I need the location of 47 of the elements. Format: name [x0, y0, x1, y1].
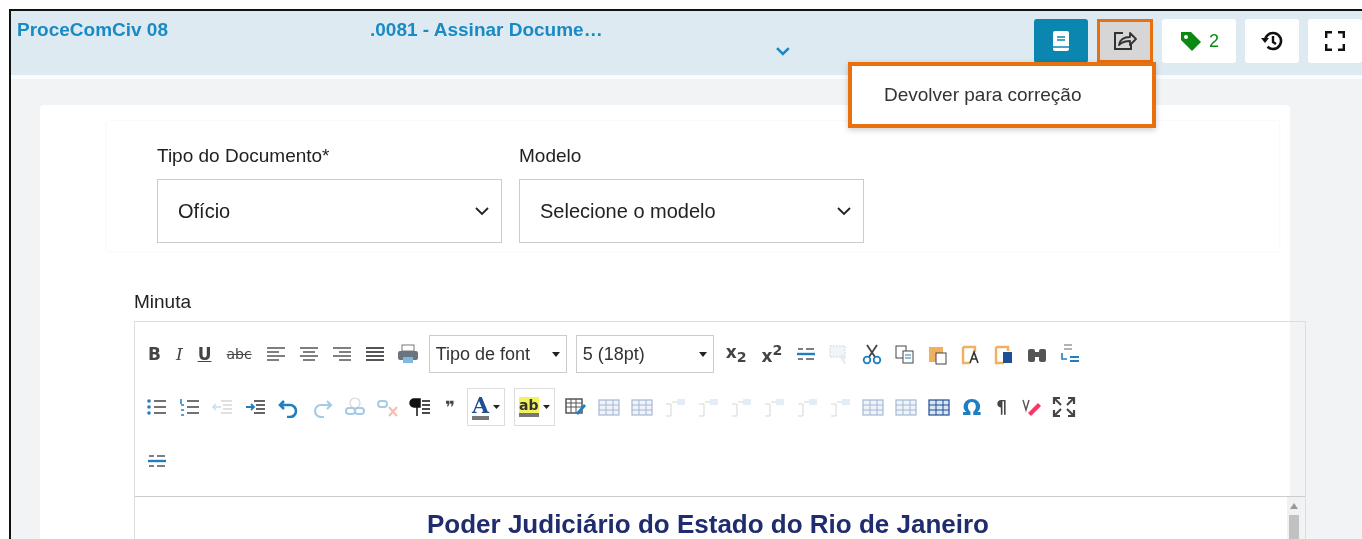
paragraph-lines-icon[interactable]: [409, 396, 433, 418]
field-label: Modelo: [519, 145, 583, 167]
caret-icon: [551, 351, 560, 357]
tags-button[interactable]: 2: [1162, 19, 1236, 63]
format-button[interactable]: ❞: [442, 397, 458, 417]
chevron-down-icon[interactable]: [776, 47, 790, 56]
select-field[interactable]: Ofício: [157, 179, 502, 243]
format-button[interactable]: x$^{2}$: [758, 342, 786, 366]
share-button[interactable]: [1097, 19, 1153, 63]
select-field[interactable]: Selecione o modelo: [519, 179, 864, 243]
caret-icon: [698, 351, 707, 357]
table-icon[interactable]: [926, 396, 951, 418]
scrollbar[interactable]: [1287, 497, 1301, 539]
share-icon: [1112, 30, 1138, 52]
format-button[interactable]: I: [172, 344, 186, 364]
format-button[interactable]: B: [145, 344, 164, 364]
text-color-button[interactable]: A: [467, 388, 506, 426]
menu-item[interactable]: Devolver para correção: [852, 78, 1114, 112]
caret-icon: [493, 405, 501, 409]
chevron-down-icon: [837, 206, 851, 216]
fullscreen-icon: [1325, 31, 1345, 51]
history-button[interactable]: [1245, 19, 1299, 63]
format-button[interactable]: x$_{2}$: [722, 342, 750, 366]
format-button[interactable]: Ω: [959, 394, 985, 420]
field-label: Tipo do Documento*: [157, 145, 331, 167]
book-icon: [1052, 30, 1070, 52]
field-label: Minuta: [134, 291, 192, 313]
toolbar-select[interactable]: Tipo de font: [428, 335, 567, 373]
maximize-icon[interactable]: [1052, 396, 1077, 418]
printer-icon[interactable]: [395, 343, 420, 365]
document-heading: Poder Judiciário do Estado do Rio de Janeiro: [426, 509, 990, 539]
numbered-list-icon[interactable]: [178, 396, 202, 418]
book-button[interactable]: [1034, 19, 1088, 63]
chevron-down-icon: [475, 206, 489, 216]
highlight-color-button[interactable]: ab: [514, 388, 555, 426]
process-title: ProceComCiv 08: [17, 19, 168, 41]
format-button[interactable]: abc: [223, 346, 255, 362]
tag-icon: [1179, 29, 1203, 53]
process-title: .0081 - Assinar Docume…: [370, 19, 603, 41]
format-button[interactable]: U: [194, 344, 215, 364]
bulleted-list-icon[interactable]: [145, 396, 169, 418]
history-icon: [1260, 29, 1284, 53]
caret-icon: [542, 405, 550, 409]
format-button[interactable]: ¶: [993, 397, 1011, 417]
fullscreen-button[interactable]: [1308, 19, 1362, 63]
toolbar-select[interactable]: 5 (18pt): [575, 335, 714, 373]
scroll-up-icon[interactable]: [1290, 503, 1298, 509]
